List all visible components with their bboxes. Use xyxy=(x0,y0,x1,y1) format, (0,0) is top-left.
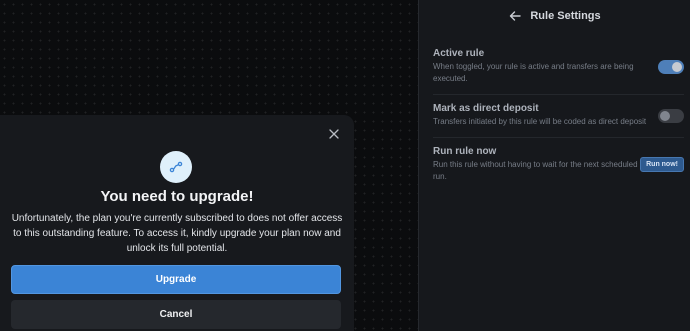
cancel-button[interactable]: Cancel xyxy=(11,300,341,329)
rule-description: Transfers initiated by this rule will be… xyxy=(433,117,647,126)
run-now-button[interactable]: Run now! xyxy=(640,157,684,172)
panel-header: Rule Settings xyxy=(419,0,690,32)
rule-run-now: Run rule now Run this rule without havin… xyxy=(433,138,684,192)
rule-direct-deposit: Mark as direct deposit Transfers initiat… xyxy=(433,95,684,138)
panel-title: Rule Settings xyxy=(530,10,601,22)
rules-list: Active rule When toggled, your rule is a… xyxy=(419,40,690,192)
upgrade-button[interactable]: Upgrade xyxy=(11,265,341,294)
rule-description: When toggled, your rule is active and tr… xyxy=(433,62,634,83)
toggle-knob xyxy=(672,61,682,72)
modal-body: Unfortunately, the plan you're currently… xyxy=(11,213,343,254)
route-icon xyxy=(160,151,192,183)
arrow-left-icon[interactable] xyxy=(508,9,522,23)
rule-title: Mark as direct deposit xyxy=(433,103,539,114)
rule-title: Run rule now xyxy=(433,146,497,157)
toggle-knob xyxy=(660,110,670,121)
close-icon[interactable] xyxy=(328,128,340,140)
rule-active: Active rule When toggled, your rule is a… xyxy=(433,40,684,95)
active-rule-toggle[interactable] xyxy=(658,59,684,74)
rule-description: Run this rule without having to wait for… xyxy=(433,160,638,181)
rule-title: Active rule xyxy=(433,48,485,59)
rule-settings-panel: Rule Settings Active rule When toggled, … xyxy=(418,0,690,331)
modal-title: You need to upgrade! xyxy=(100,188,254,205)
direct-deposit-toggle[interactable] xyxy=(658,108,684,123)
